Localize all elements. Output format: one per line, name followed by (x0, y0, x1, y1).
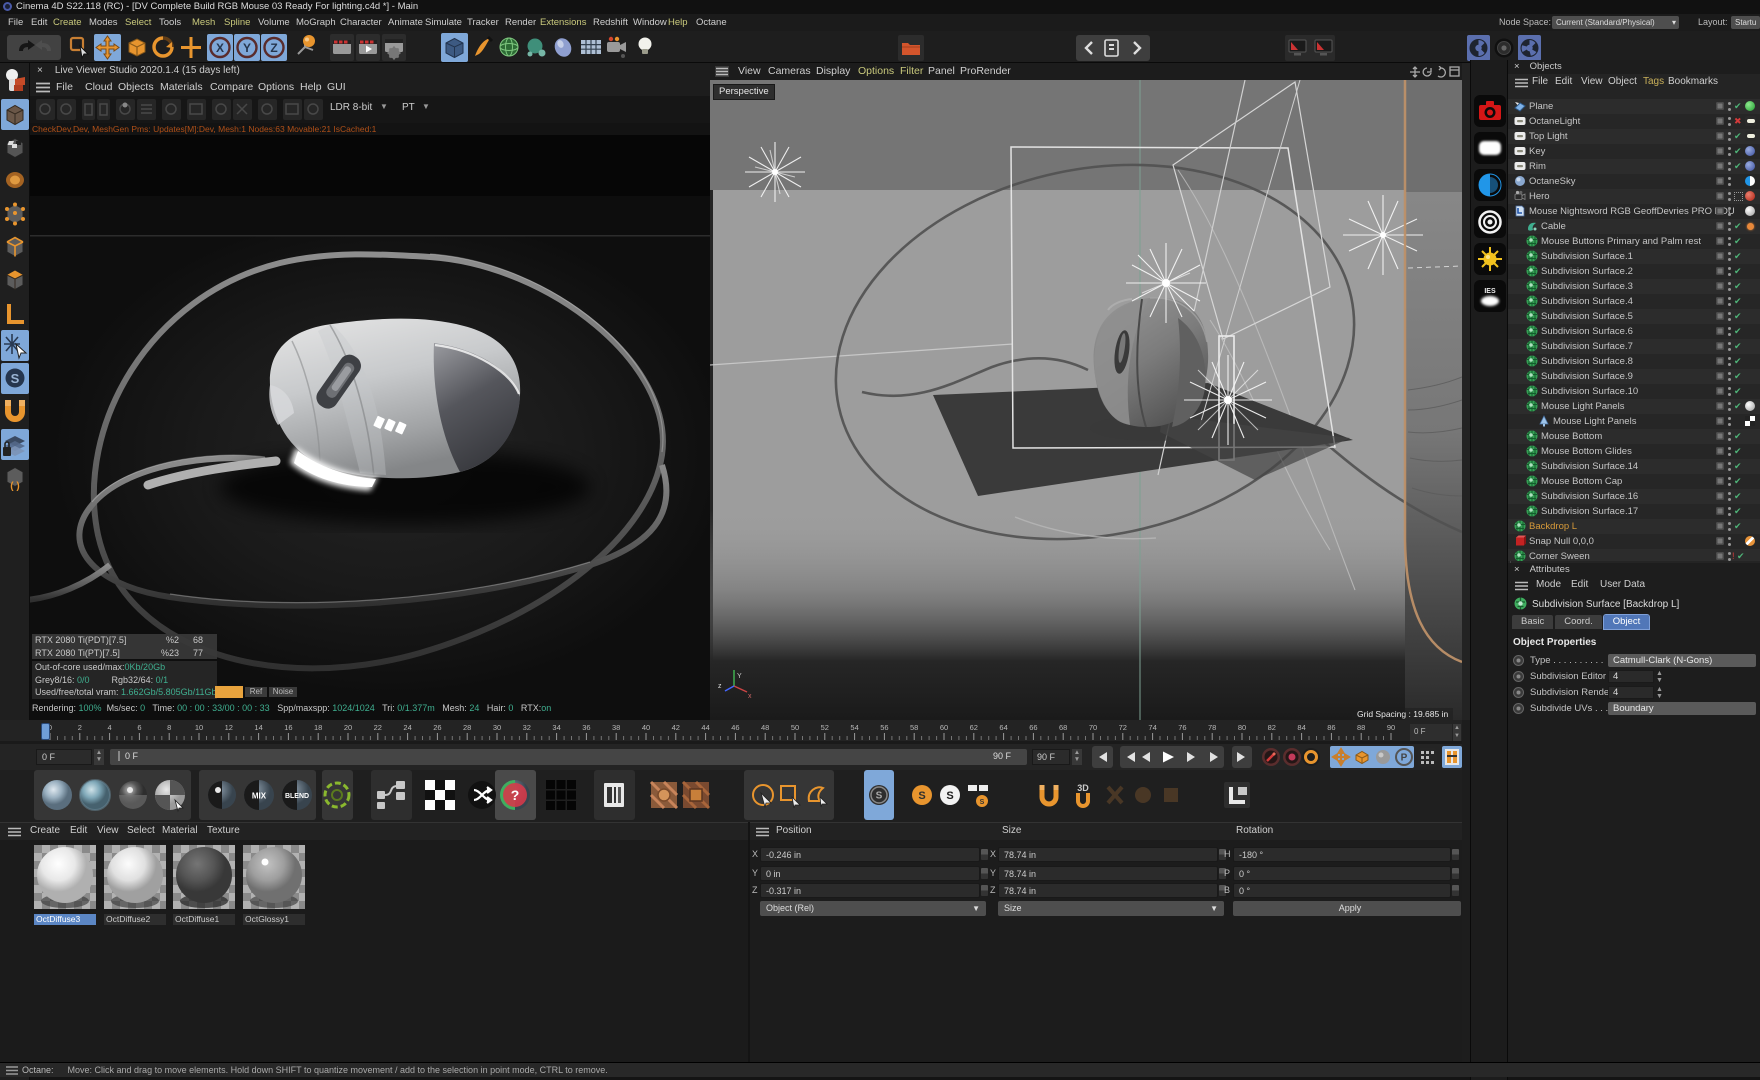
svg-text:26: 26 (433, 723, 441, 732)
svg-text:36: 36 (582, 723, 590, 732)
svg-text:S: S (946, 790, 953, 802)
svg-text:S: S (876, 791, 883, 802)
svg-text:20: 20 (344, 723, 352, 732)
svg-text:24: 24 (403, 723, 411, 732)
svg-text:74: 74 (1148, 723, 1156, 732)
svg-text:Z: Z (270, 41, 277, 55)
svg-text:BLEND: BLEND (285, 793, 309, 800)
svg-text:16: 16 (284, 723, 292, 732)
svg-text:z: z (718, 683, 722, 690)
svg-text:Y: Y (243, 41, 251, 55)
svg-text:18: 18 (314, 723, 322, 732)
svg-text:38: 38 (612, 723, 620, 732)
svg-text:46: 46 (731, 723, 739, 732)
svg-text:( ): ( ) (10, 481, 19, 492)
svg-text:70: 70 (1089, 723, 1097, 732)
svg-text:14: 14 (254, 723, 262, 732)
svg-text:P: P (1401, 753, 1408, 764)
svg-text:72: 72 (1119, 723, 1127, 732)
svg-text:6: 6 (137, 723, 141, 732)
svg-text:42: 42 (672, 723, 680, 732)
svg-text:30: 30 (493, 723, 501, 732)
svg-text:60: 60 (940, 723, 948, 732)
svg-text:2: 2 (78, 723, 82, 732)
svg-text:3D: 3D (1077, 783, 1089, 793)
svg-text:50: 50 (791, 723, 799, 732)
svg-text:62: 62 (970, 723, 978, 732)
svg-text:86: 86 (1327, 723, 1335, 732)
svg-text:12: 12 (225, 723, 233, 732)
svg-text:64: 64 (999, 723, 1007, 732)
svg-text:44: 44 (701, 723, 709, 732)
svg-text:48: 48 (761, 723, 769, 732)
svg-text:S: S (11, 371, 20, 386)
svg-text:90: 90 (1387, 723, 1395, 732)
svg-text:54: 54 (850, 723, 858, 732)
svg-text:32: 32 (523, 723, 531, 732)
svg-text:80: 80 (1238, 723, 1246, 732)
svg-text:8: 8 (167, 723, 171, 732)
svg-text:x: x (748, 693, 752, 700)
svg-text:4: 4 (108, 723, 112, 732)
svg-text:82: 82 (1268, 723, 1276, 732)
svg-text:56: 56 (880, 723, 888, 732)
svg-text:76: 76 (1178, 723, 1186, 732)
svg-text:58: 58 (910, 723, 918, 732)
svg-text:?: ? (511, 787, 520, 803)
svg-text:S: S (980, 799, 985, 806)
svg-text:78: 78 (1208, 723, 1216, 732)
svg-text:Y: Y (737, 673, 742, 680)
svg-text:28: 28 (463, 723, 471, 732)
svg-text:66: 66 (1029, 723, 1037, 732)
svg-text:MIX: MIX (252, 792, 267, 801)
svg-text:68: 68 (1059, 723, 1067, 732)
svg-text:S: S (918, 790, 925, 802)
svg-text:34: 34 (552, 723, 560, 732)
svg-text:X: X (216, 41, 224, 55)
svg-text:10: 10 (195, 723, 203, 732)
svg-text:IES: IES (1484, 288, 1496, 295)
svg-text:22: 22 (374, 723, 382, 732)
svg-text:84: 84 (1297, 723, 1305, 732)
svg-text:88: 88 (1357, 723, 1365, 732)
svg-text:52: 52 (821, 723, 829, 732)
svg-text:40: 40 (642, 723, 650, 732)
